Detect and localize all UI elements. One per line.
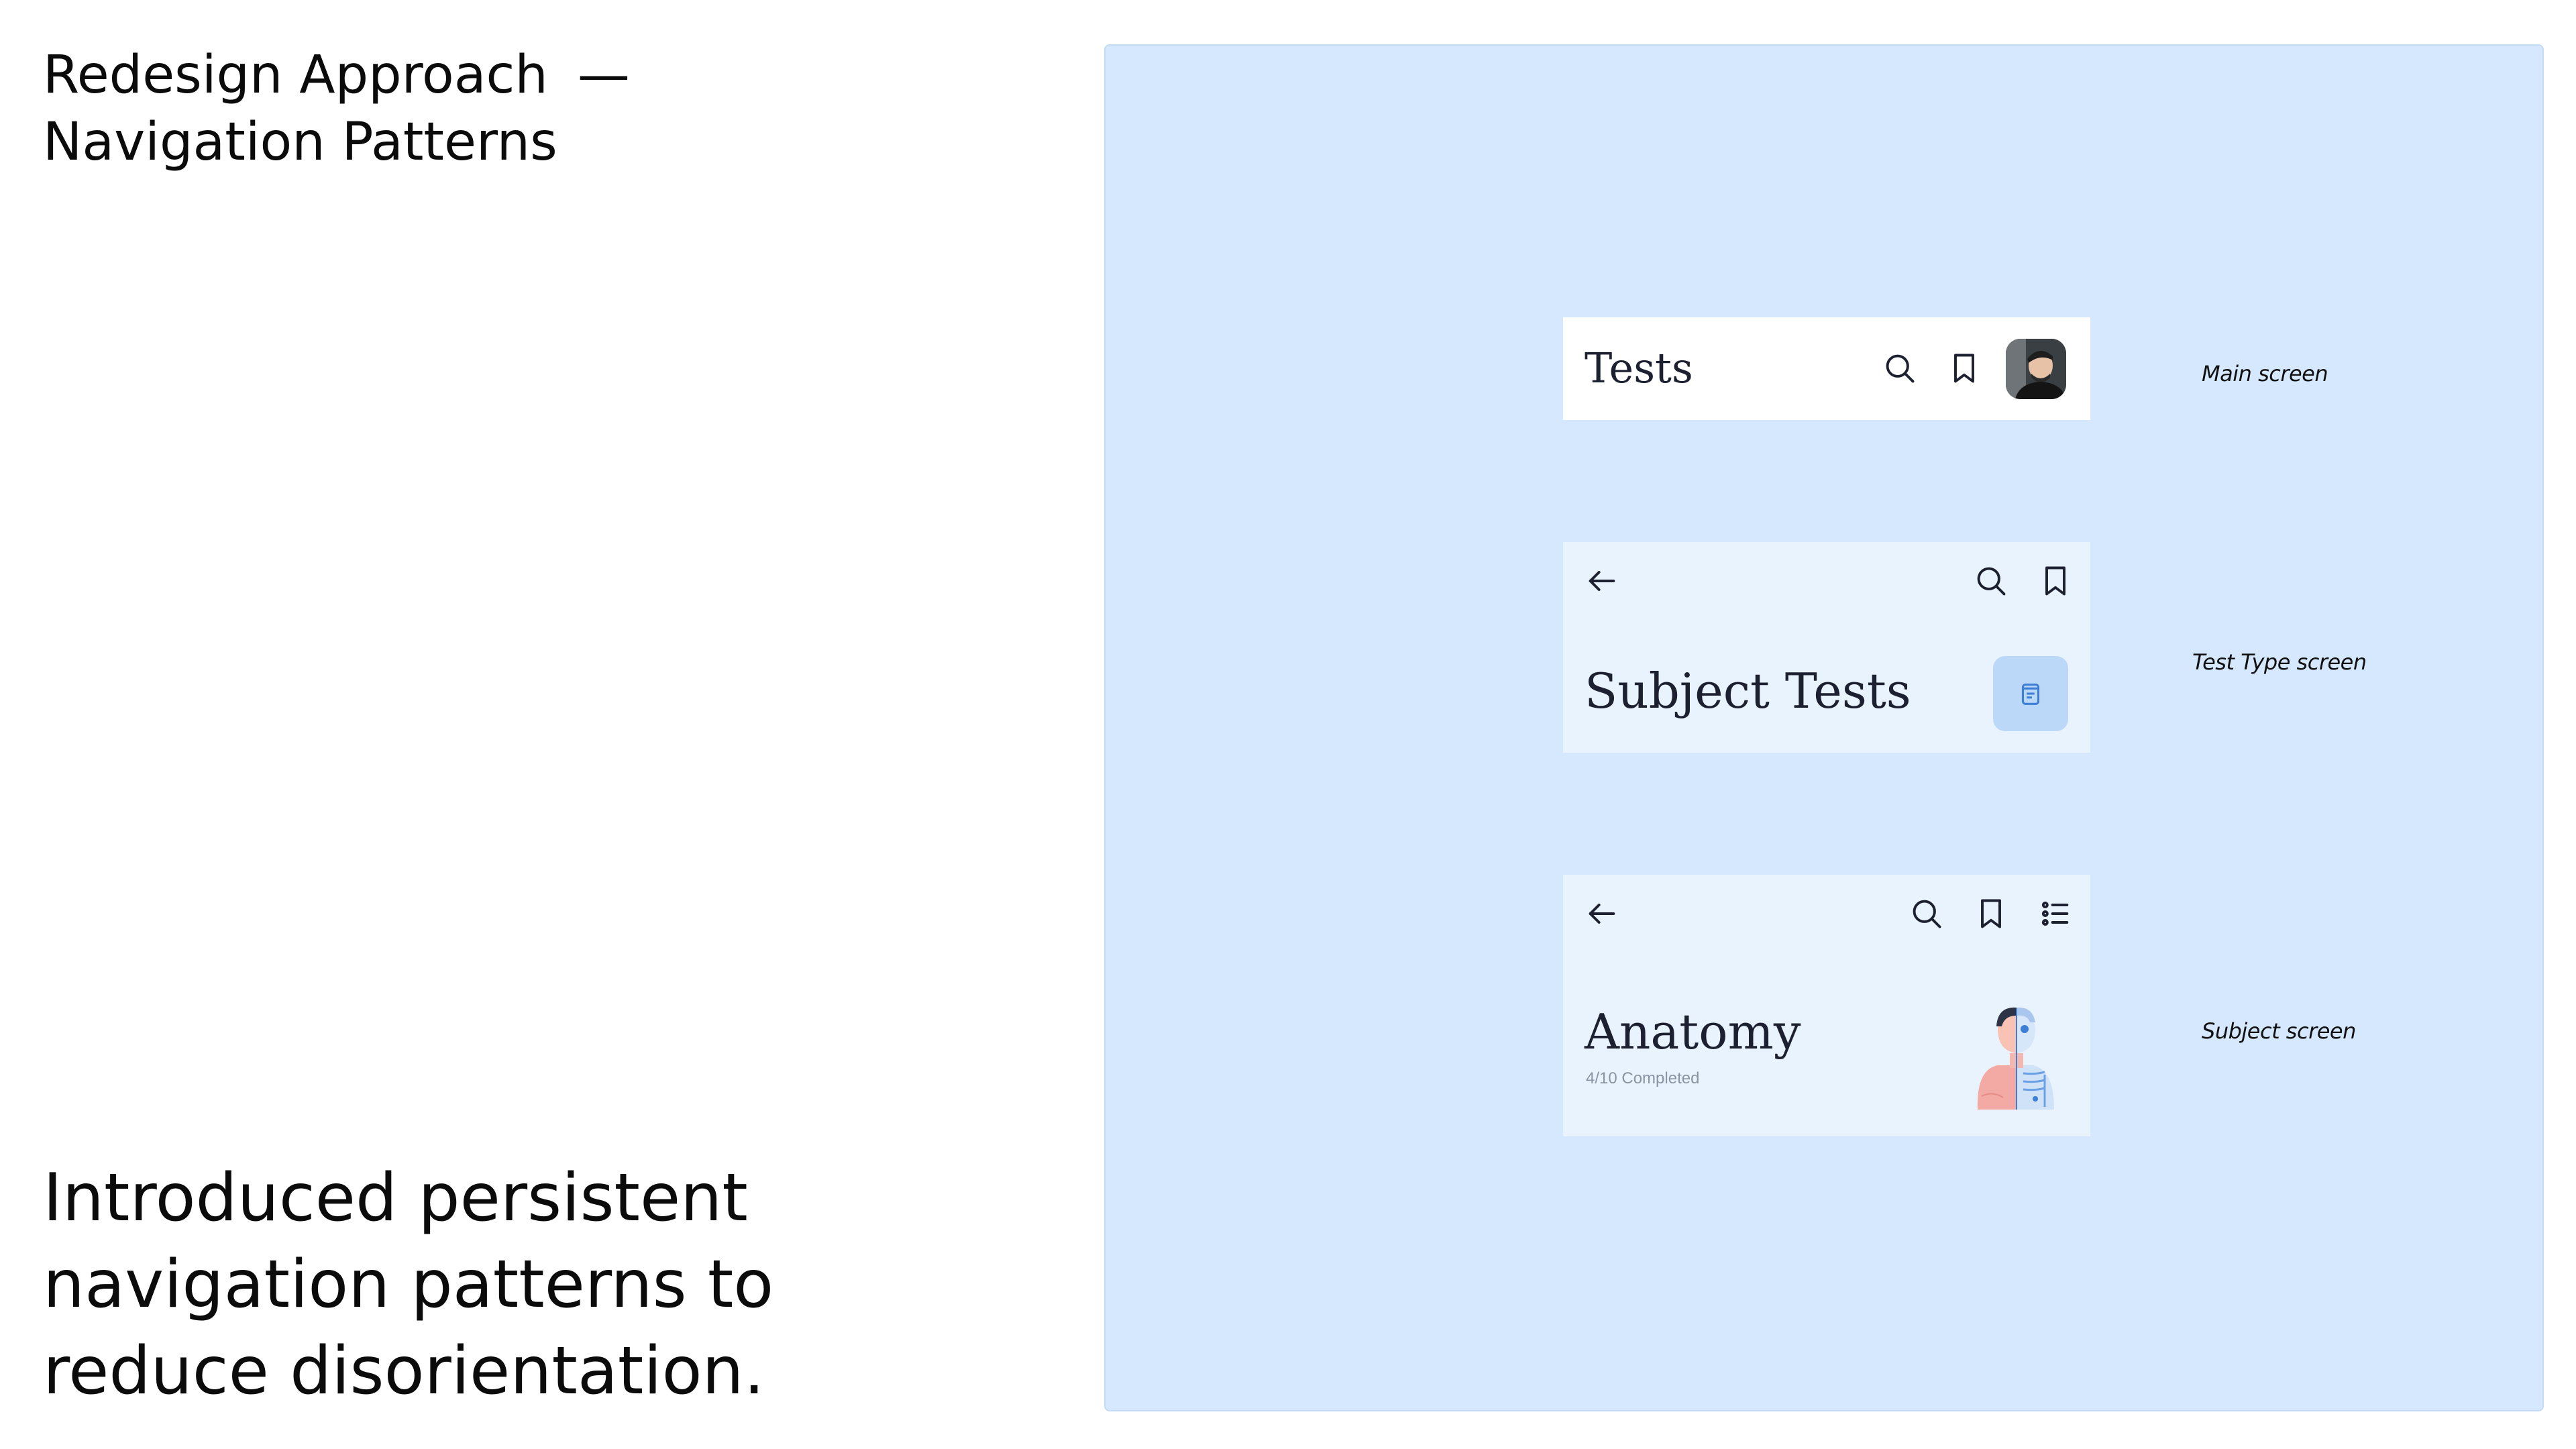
search-icon[interactable] [1881,350,1919,387]
main-screen-header: Tests [1563,317,2090,420]
back-arrow-icon[interactable] [1583,895,1621,932]
anatomy-illustration [1966,996,2066,1110]
lead-line-3: reduce disorientation. [43,1333,765,1409]
subject-screen-annotation: Subject screen [2202,1018,2356,1044]
bookmark-icon[interactable] [1972,895,2010,932]
lead-line-1: Introduced persistent [43,1160,748,1236]
search-icon[interactable] [1972,562,2010,600]
subject-screen-title: Anatomy [1585,1004,1801,1060]
avatar[interactable] [2006,339,2066,399]
main-screen-title: Tests [1585,343,1693,392]
bookmark-icon[interactable] [2037,562,2074,600]
list-icon[interactable] [2037,895,2074,932]
subject-screen-header: Anatomy 4/10 Completed [1563,875,2090,1136]
title-line-2: Navigation Patterns [43,112,557,172]
search-icon[interactable] [1908,895,1945,932]
test-type-screen-title: Subject Tests [1585,663,1911,719]
document-icon [2021,684,2040,705]
title-dash: — [577,45,630,105]
title-line-1: Redesign Approach [43,45,548,105]
back-arrow-icon[interactable] [1583,562,1621,600]
test-type-screen-header: Subject Tests [1563,542,2090,753]
document-button[interactable] [1993,656,2068,731]
lead-statement: Introduced persistent navigation pattern… [43,1155,982,1415]
page-title: Redesign Approach — Navigation Patterns [43,42,630,176]
lead-line-2: navigation patterns to [43,1246,774,1323]
main-screen-annotation: Main screen [2202,361,2328,386]
test-type-screen-annotation: Test Type screen [2192,649,2367,675]
progress-text: 4/10 Completed [1586,1069,1700,1087]
bookmark-icon[interactable] [1945,350,1983,387]
